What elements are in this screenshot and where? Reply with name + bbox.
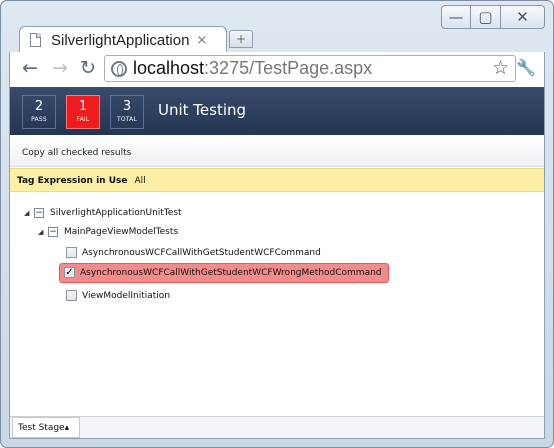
- url-host: localhost: [133, 58, 205, 78]
- address-bar[interactable]: localhost:3275/TestPage.aspx ☆: [104, 55, 516, 82]
- browser-window: — ▢ ✕ SilverlightApplication × + ← → ↻ l…: [0, 0, 554, 448]
- tree-group-node[interactable]: ◢ − MainPageViewModelTests: [38, 227, 178, 237]
- tab-strip: SilverlightApplication × +: [9, 26, 545, 53]
- tab-close-icon[interactable]: ×: [196, 33, 207, 48]
- reload-button[interactable]: ↻: [76, 56, 100, 80]
- new-tab-button[interactable]: +: [229, 30, 253, 48]
- pass-count-badge[interactable]: 2 PASS: [22, 95, 56, 129]
- globe-icon: [111, 60, 127, 77]
- expander-icon[interactable]: ◢: [24, 209, 34, 217]
- tag-expression-value: All: [134, 176, 146, 186]
- back-button[interactable]: ←: [18, 56, 42, 80]
- total-count: 3: [122, 99, 132, 114]
- browser-tab[interactable]: SilverlightApplication ×: [19, 26, 227, 53]
- test-label: AsynchronousWCFCallWithGetStudentWCFWron…: [80, 267, 382, 278]
- copy-results-link[interactable]: Copy all checked results: [22, 148, 131, 158]
- test-checkbox[interactable]: [66, 290, 77, 301]
- test-stage-bar: Test Stage▴: [10, 416, 544, 438]
- collapse-toggle-icon[interactable]: −: [34, 208, 44, 218]
- test-summary-banner: 2 PASS 1 FAIL 3 TOTAL Unit Testing: [10, 87, 544, 135]
- tag-expression-bar: Tag Expression in Use All: [10, 168, 544, 192]
- test-item[interactable]: ViewModelInitiation: [66, 290, 170, 301]
- page-icon: [30, 33, 41, 47]
- tag-expression-label: Tag Expression in Use: [17, 176, 128, 186]
- test-label: AsynchronousWCFCallWithGetStudentWCFComm…: [82, 247, 321, 258]
- failed-test-item[interactable]: ✓ AsynchronousWCFCallWithGetStudentWCFWr…: [59, 263, 389, 283]
- fail-count: 1: [78, 99, 88, 114]
- browser-toolbar: ← → ↻ localhost:3275/TestPage.aspx ☆ 🔧: [9, 52, 545, 87]
- collapse-toggle-icon[interactable]: −: [48, 227, 58, 237]
- test-stage-tab[interactable]: Test Stage▴: [12, 417, 80, 438]
- forward-button[interactable]: →: [48, 56, 72, 80]
- wrench-icon[interactable]: 🔧: [516, 58, 536, 77]
- expander-icon[interactable]: ◢: [38, 228, 48, 236]
- tab-title: SilverlightApplication: [51, 31, 190, 49]
- copy-results-bar: Copy all checked results: [10, 135, 544, 167]
- url-text: localhost:3275/TestPage.aspx: [133, 58, 372, 79]
- page-title: Unit Testing: [158, 101, 247, 119]
- test-checkbox[interactable]: [66, 247, 77, 258]
- pass-count: 2: [34, 99, 44, 114]
- test-checkbox-checked[interactable]: ✓: [64, 267, 75, 278]
- tree-group-label: MainPageViewModelTests: [64, 227, 179, 237]
- url-path: :3275/TestPage.aspx: [204, 58, 373, 78]
- test-item[interactable]: AsynchronousWCFCallWithGetStudentWCFComm…: [66, 247, 321, 258]
- total-count-badge[interactable]: 3 TOTAL: [110, 95, 144, 129]
- test-label: ViewModelInitiation: [82, 290, 171, 301]
- fail-count-badge[interactable]: 1 FAIL: [66, 95, 100, 129]
- bookmark-star-icon[interactable]: ☆: [492, 57, 509, 79]
- tree-root-node[interactable]: ◢ − SilverlightApplicationUnitTest: [24, 208, 182, 218]
- pass-label: PASS: [31, 116, 47, 123]
- tree-root-label: SilverlightApplicationUnitTest: [50, 208, 182, 218]
- fail-label: FAIL: [76, 116, 90, 123]
- page-content: 2 PASS 1 FAIL 3 TOTAL Unit Testing Copy …: [9, 87, 545, 439]
- total-label: TOTAL: [116, 116, 138, 123]
